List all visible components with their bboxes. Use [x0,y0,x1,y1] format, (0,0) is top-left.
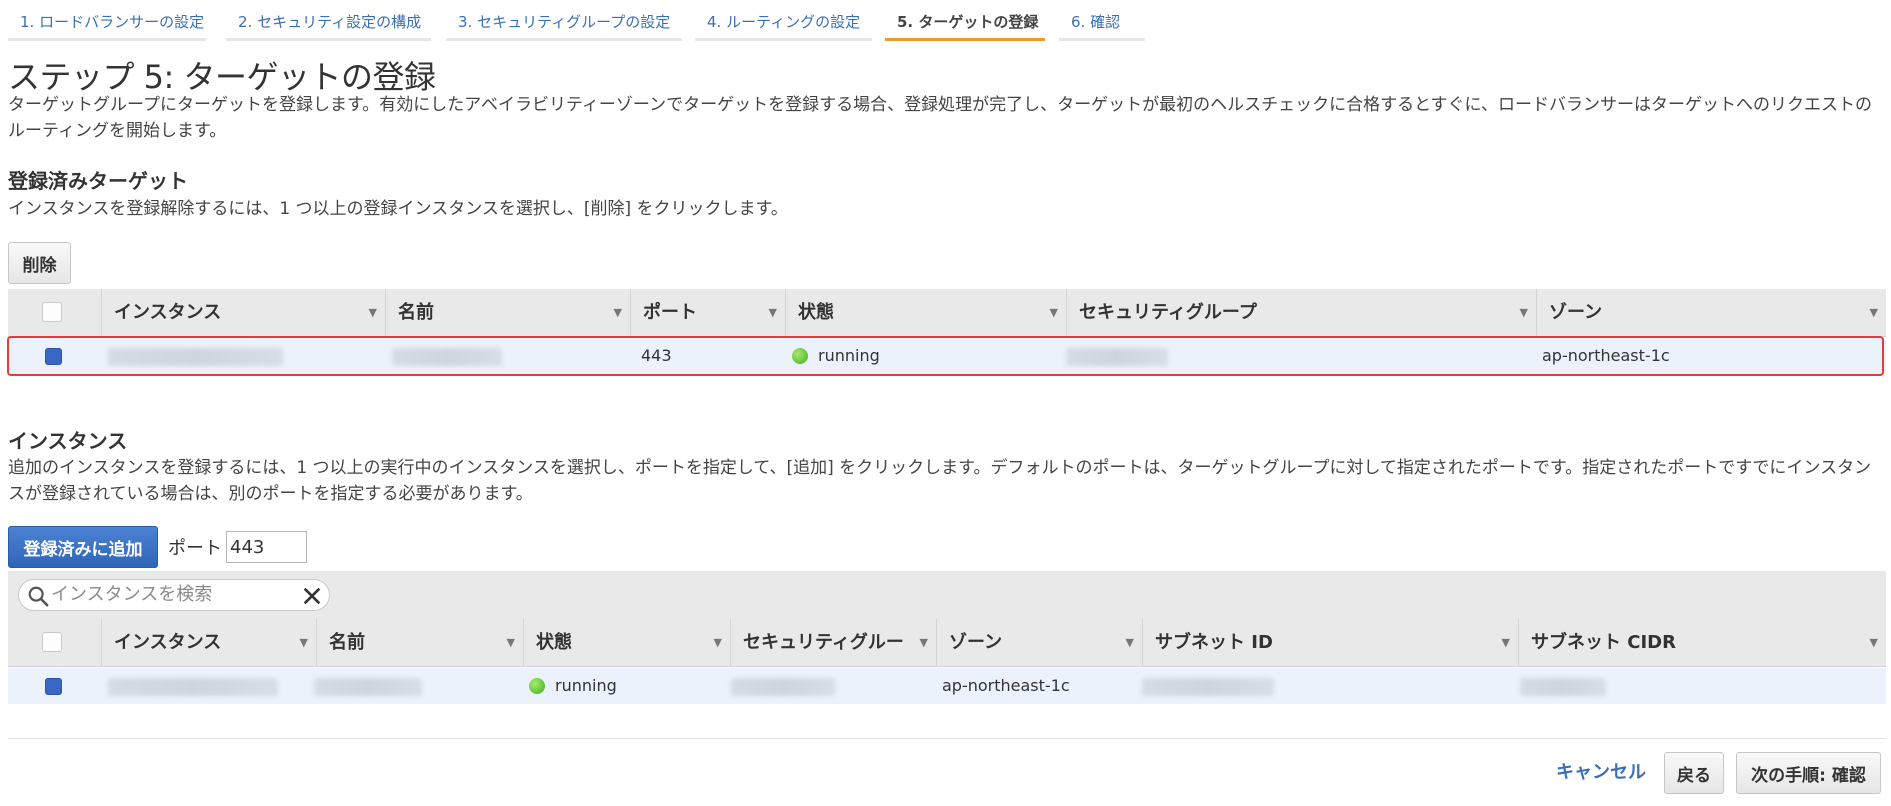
col-port[interactable]: ポート ▼ [630,289,785,337]
cancel-link[interactable]: キャンセル [1556,758,1646,784]
redacted-subnet-id [1142,678,1274,696]
redacted-subnet-cidr [1520,678,1606,696]
row-state-label: running [555,676,617,695]
close-icon[interactable] [301,585,323,607]
select-all-checkbox[interactable] [42,302,62,322]
instances-heading: インスタンス [8,429,128,453]
col-zone-label: ゾーン [1549,302,1603,323]
col-name-label: 名前 [329,632,365,653]
sort-caret-icon: ▼ [919,636,928,649]
tab-register-targets[interactable]: 5. ターゲットの登録 [885,8,1045,41]
col-subnet-cidr[interactable]: サブネット CIDR ▼ [1518,619,1886,667]
footer-divider [8,738,1886,739]
row-zone: ap-northeast-1c [942,676,1070,695]
col-instance-label: インスタンス [114,632,222,653]
col-state[interactable]: 状態 ▼ [523,619,730,667]
sort-caret-icon: ▼ [299,636,308,649]
col-name[interactable]: 名前 ▼ [385,289,630,337]
tab-routing[interactable]: 4. ルーティングの設定 [695,8,872,41]
sort-caret-icon: ▼ [1049,306,1058,319]
col-zone[interactable]: ゾーン ▼ [936,619,1142,667]
back-button[interactable]: 戻る [1664,752,1724,794]
sort-caret-icon: ▼ [1869,636,1878,649]
col-zone[interactable]: ゾーン ▼ [1536,289,1886,337]
registered-table-header: インスタンス ▼ 名前 ▼ ポート ▼ 状態 ▼ セキュリティグループ ▼ ゾーン ▼ [8,289,1886,337]
next-review-button[interactable]: 次の手順: 確認 [1736,752,1881,794]
sort-caret-icon: ▼ [768,306,777,319]
sort-caret-icon: ▼ [1501,636,1510,649]
redacted-security-group [731,678,835,696]
col-instance[interactable]: インスタンス ▼ [101,619,316,667]
wizard-tabs: 1. ロードバランサーの設定 2. セキュリティ設定の構成 3. セキュリティグ… [0,0,1891,41]
tab-security-settings[interactable]: 2. セキュリティ設定の構成 [226,8,431,41]
col-security-group[interactable]: セキュリティグルー ▼ [730,619,936,667]
col-security-group-label: セキュリティグルー [743,632,904,653]
tab-security-groups[interactable]: 3. セキュリティグループの設定 [446,8,682,41]
remove-button[interactable]: 削除 [8,242,71,284]
col-zone-label: ゾーン [949,632,1003,653]
col-subnet-id[interactable]: サブネット ID ▼ [1142,619,1518,667]
sort-caret-icon: ▼ [1519,306,1528,319]
instances-description: 追加のインスタンスを登録するには、1 つ以上の実行中のインスタンスを選択し、ポー… [8,458,1872,504]
running-status-icon [529,678,545,694]
registered-targets-heading: 登録済みターゲット [8,169,188,193]
col-instance[interactable]: インスタンス ▼ [101,289,385,337]
redacted-instance-id [108,678,278,696]
col-security-group[interactable]: セキュリティグループ ▼ [1066,289,1536,337]
sort-caret-icon: ▼ [506,636,515,649]
col-state-label: 状態 [798,302,834,323]
port-input[interactable] [226,531,307,563]
port-label: ポート [168,538,222,559]
table-row[interactable]: running ap-northeast-1c [8,668,1886,704]
col-security-group-label: セキュリティグループ [1079,302,1257,323]
sort-caret-icon: ▼ [613,306,622,319]
col-name[interactable]: 名前 ▼ [316,619,523,667]
sort-caret-icon: ▼ [1869,306,1878,319]
instances-table-header: インスタンス ▼ 名前 ▼ 状態 ▼ セキュリティグルー ▼ ゾーン ▼ サブネット ID… [8,619,1886,667]
search-icon [28,586,49,607]
select-all-checkbox[interactable] [42,632,62,652]
col-name-label: 名前 [398,302,434,323]
row-state: running [529,668,617,704]
col-subnet-id-label: サブネット ID [1155,632,1273,653]
col-state-label: 状態 [536,632,572,653]
search-placeholder: インスタンスを検索 [51,584,213,605]
tab-review[interactable]: 6. 確認 [1059,8,1145,41]
page-description: ターゲットグループにターゲットを登録します。有効にしたアベイラビリティーゾーンで… [8,95,1873,141]
sort-caret-icon: ▼ [1125,636,1134,649]
sort-caret-icon: ▼ [713,636,722,649]
col-state[interactable]: 状態 ▼ [785,289,1066,337]
col-port-label: ポート [643,302,697,323]
search-input[interactable]: インスタンスを検索 [18,579,330,611]
add-to-registered-button[interactable]: 登録済みに追加 [8,526,158,568]
col-subnet-cidr-label: サブネット CIDR [1531,632,1676,653]
tab-load-balancer-config[interactable]: 1. ロードバランサーの設定 [8,8,206,41]
row-checkbox[interactable] [45,678,62,695]
redacted-name [314,678,422,696]
sort-caret-icon: ▼ [368,306,377,319]
registered-targets-description: インスタンスを登録解除するには、1 つ以上の登録インスタンスを選択し、[削除] … [8,199,788,219]
selection-highlight [7,336,1884,376]
col-instance-label: インスタンス [114,302,222,323]
